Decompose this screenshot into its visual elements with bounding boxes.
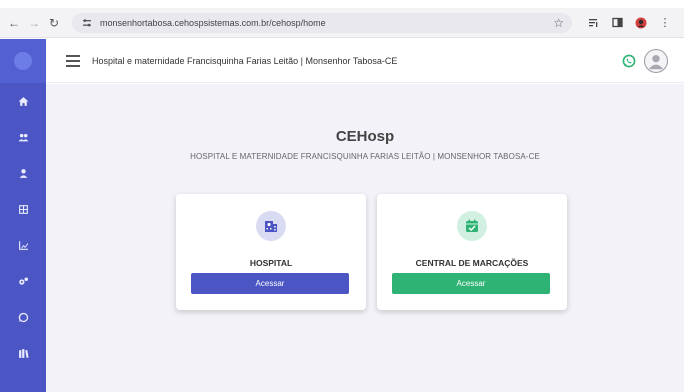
forward-icon[interactable]: → xyxy=(24,13,44,33)
site-settings-icon[interactable] xyxy=(80,16,94,30)
whatsapp-icon[interactable] xyxy=(622,54,636,68)
bookmark-star-icon[interactable]: ☆ xyxy=(553,16,564,30)
users-icon xyxy=(18,133,28,141)
address-bar[interactable]: monsenhortabosa.cehospsistemas.com.br/ce… xyxy=(72,12,572,33)
sidebar-item-users[interactable] xyxy=(0,119,46,155)
browser-toolbar: ← → ↻ monsenhortabosa.cehospsistemas.com… xyxy=(0,8,684,38)
chart-icon xyxy=(18,240,28,250)
sidebar-item-grid[interactable] xyxy=(0,191,46,227)
top-header: Hospital e maternidade Francisquinha Far… xyxy=(46,39,684,83)
back-icon[interactable]: ← xyxy=(4,13,24,33)
whatsapp-icon xyxy=(18,312,28,322)
cogs-icon xyxy=(18,277,28,285)
home-icon xyxy=(18,96,28,106)
user-avatar-icon xyxy=(648,54,664,69)
hospital-card: HOSPITAL Acessar xyxy=(176,194,366,310)
side-panel-icon[interactable] xyxy=(610,16,624,30)
logo-mark xyxy=(14,52,32,70)
avatar[interactable] xyxy=(644,48,668,73)
page-subtitle: HOSPITAL E MATERNIDADE FRANCISQUINHA FAR… xyxy=(190,152,540,161)
sidebar-item-whatsapp[interactable] xyxy=(0,299,46,335)
caption-strip xyxy=(0,0,684,8)
hospital-access-button[interactable]: Acessar xyxy=(191,273,349,294)
media-controls-icon[interactable] xyxy=(586,16,600,30)
menu-toggle-icon[interactable] xyxy=(66,54,80,67)
user-icon xyxy=(19,168,27,178)
hospital-card-label: HOSPITAL xyxy=(249,258,293,268)
sidebar-item-library[interactable] xyxy=(0,335,46,371)
url-text: monsenhortabosa.cehospsistemas.com.br/ce… xyxy=(100,17,326,28)
sidebar-logo[interactable] xyxy=(0,39,46,83)
sidebar-item-settings[interactable] xyxy=(0,263,46,299)
central-marcacoes-card: CENTRAL DE MARCAÇÕES Acessar xyxy=(377,194,567,310)
header-title: Hospital e maternidade Francisquinha Far… xyxy=(92,55,398,66)
more-menu-icon[interactable]: ⋮ xyxy=(658,16,672,30)
hospital-icon xyxy=(256,211,286,241)
library-icon xyxy=(18,348,29,358)
profile-icon[interactable] xyxy=(634,16,648,30)
central-marcacoes-card-label: CENTRAL DE MARCAÇÕES xyxy=(415,258,529,268)
grid-icon xyxy=(18,204,28,214)
sidebar-item-chart[interactable] xyxy=(0,227,46,263)
page-title: CEHosp xyxy=(335,128,395,145)
sidebar xyxy=(0,39,46,392)
sidebar-item-user[interactable] xyxy=(0,155,46,191)
main-content: CEHosp HOSPITAL E MATERNIDADE FRANCISQUI… xyxy=(46,84,684,392)
reload-icon[interactable]: ↻ xyxy=(44,13,64,33)
sidebar-item-home[interactable] xyxy=(0,83,46,119)
calendar-check-icon xyxy=(457,211,487,241)
central-marcacoes-access-button[interactable]: Acessar xyxy=(392,273,550,294)
